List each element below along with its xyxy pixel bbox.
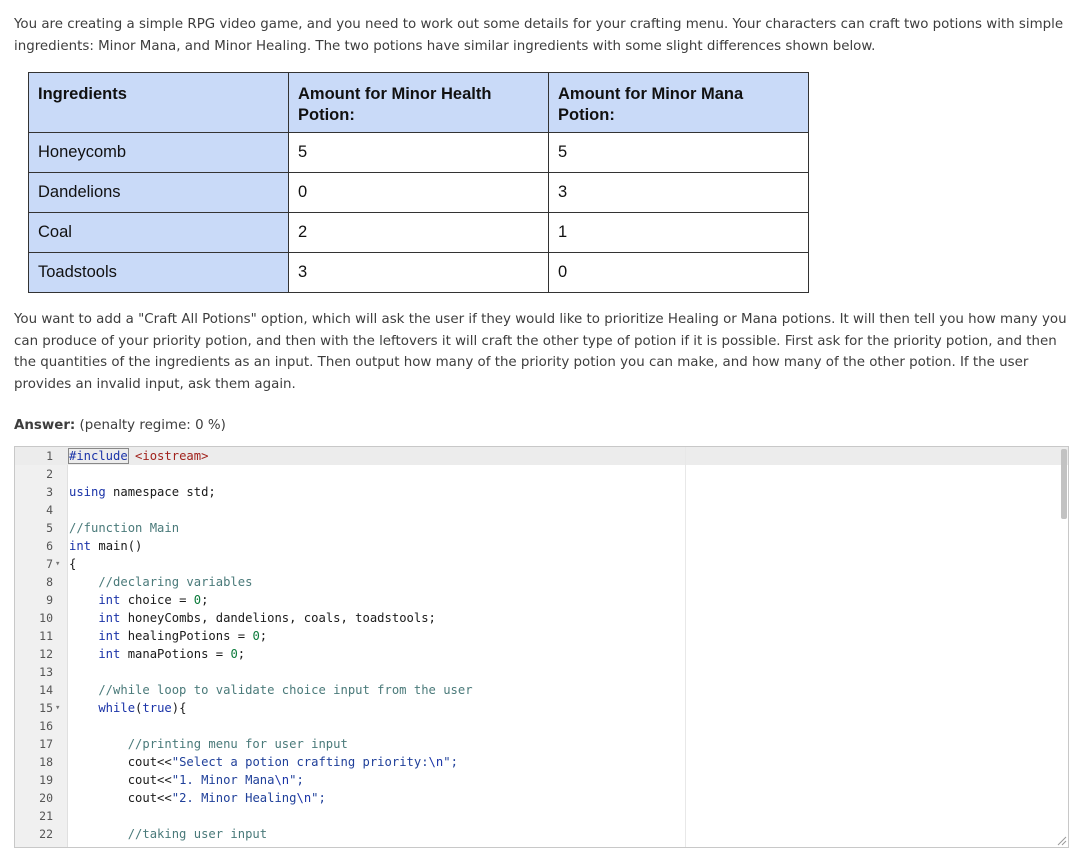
health-amount: 0 — [288, 172, 549, 213]
fold-arrow-icon[interactable]: ▾ — [55, 555, 60, 573]
line-number: 4 — [46, 503, 53, 517]
line-number: 17 — [39, 737, 53, 751]
answer-label: Answer: — [14, 418, 76, 433]
line-number: 1 — [46, 449, 53, 463]
health-amount: 2 — [288, 212, 549, 253]
code-token: { — [69, 557, 77, 571]
code-token: ; — [259, 629, 268, 643]
header-ingredients: Ingredients — [28, 72, 289, 133]
fold-arrow-icon[interactable]: ▾ — [55, 699, 60, 717]
code-token: #include — [68, 448, 129, 464]
code-token: cout<< — [69, 755, 172, 769]
header-health-amount: Amount for Minor Health Potion: — [288, 72, 549, 133]
line-number: 5 — [46, 521, 53, 535]
print-margin — [685, 447, 686, 847]
editor-scrollbar[interactable] — [1060, 447, 1068, 847]
code-token: manaPotions = — [120, 647, 231, 661]
line-number: 7 — [46, 557, 53, 571]
line-number: 2 — [46, 467, 53, 481]
ingredient-name: Dandelions — [28, 172, 289, 213]
line-number: 21 — [39, 809, 53, 823]
code-comment: //printing menu for user input — [69, 737, 348, 751]
code-token: int — [69, 647, 121, 661]
code-token: namespace std; — [105, 485, 216, 499]
task-paragraph: You want to add a "Craft All Potions" op… — [14, 312, 1067, 392]
code-string: "; — [311, 791, 326, 805]
code-token: ; — [237, 647, 246, 661]
code-editor[interactable]: 1 #include <iostream> 2 3 using namespace … — [14, 446, 1069, 848]
scrollbar-thumb[interactable] — [1061, 449, 1067, 519]
code-token: <iostream> — [127, 449, 209, 463]
line-number: 8 — [46, 575, 53, 589]
code-comment: //function Main — [69, 521, 180, 535]
code-token: ){ — [171, 701, 187, 715]
code-token: int — [69, 611, 121, 625]
code-token: int — [69, 539, 92, 553]
code-token: choice = — [120, 593, 194, 607]
ingredient-name: Coal — [28, 212, 289, 253]
code-token: healingPotions = — [120, 629, 253, 643]
code-token: main() — [91, 539, 143, 553]
table-header-row: Ingredients Amount for Minor Health Poti… — [28, 72, 809, 133]
line-number: 6 — [46, 539, 53, 553]
code-comment: //while loop to validate choice input fr… — [69, 683, 473, 697]
line-number: 15 — [39, 701, 53, 715]
code-comment: //taking user input — [69, 827, 268, 841]
code-escape: \n — [296, 791, 312, 805]
code-escape: \n — [274, 773, 290, 787]
table-row: Toadstools 3 0 — [28, 252, 809, 293]
intro-paragraph: You are creating a simple RPG video game… — [14, 17, 1064, 54]
code-token: 0 — [193, 593, 202, 607]
code-string: "; — [443, 755, 458, 769]
ingredients-table: Ingredients Amount for Minor Health Poti… — [28, 72, 809, 293]
code-token: honeyCombs, dandelions, coals, toadstool… — [120, 611, 436, 625]
ingredient-name: Honeycomb — [28, 132, 289, 173]
code-token: while — [69, 701, 136, 715]
code-token: cout<< — [69, 773, 172, 787]
code-token: int — [69, 629, 121, 643]
code-string: "Select a potion crafting priority: — [171, 755, 429, 769]
table-row: Coal 2 1 — [28, 212, 809, 253]
line-number: 9 — [46, 593, 53, 607]
table-row: Dandelions 0 3 — [28, 172, 809, 213]
mana-amount: 0 — [548, 252, 809, 293]
line-number: 19 — [39, 773, 53, 787]
line-number: 14 — [39, 683, 53, 697]
code-string: "1. Minor Mana — [171, 773, 275, 787]
code-comment: //declaring variables — [69, 575, 253, 589]
code-token: ; — [201, 593, 209, 607]
code-token: true — [142, 701, 172, 715]
table-row: Honeycomb 5 5 — [28, 132, 809, 173]
line-number: 10 — [39, 611, 53, 625]
code-string: "2. Minor Healing — [171, 791, 297, 805]
mana-amount: 1 — [548, 212, 809, 253]
code-string: "; — [289, 773, 304, 787]
line-number: 13 — [39, 665, 53, 679]
line-number: 12 — [39, 647, 53, 661]
ingredient-name: Toadstools — [28, 252, 289, 293]
code-token: 0 — [252, 629, 260, 643]
code-escape: \n — [428, 755, 444, 769]
line-number: 18 — [39, 755, 53, 769]
mana-amount: 5 — [548, 132, 809, 173]
code-token: int — [69, 593, 121, 607]
answer-label-row: Answer: (penalty regime: 0 %) — [14, 418, 226, 433]
header-mana-amount: Amount for Minor Mana Potion: — [548, 72, 809, 133]
penalty-regime: (penalty regime: 0 %) — [79, 418, 226, 433]
line-number: 22 — [39, 827, 53, 841]
line-number: 3 — [46, 485, 53, 499]
health-amount: 5 — [288, 132, 549, 173]
line-number: 11 — [39, 629, 53, 643]
resize-handle-icon[interactable] — [1057, 836, 1067, 846]
mana-amount: 3 — [548, 172, 809, 213]
code-token: using — [69, 485, 106, 499]
code-token: cout<< — [69, 791, 172, 805]
health-amount: 3 — [288, 252, 549, 293]
line-number: 16 — [39, 719, 53, 733]
code-token: 0 — [230, 647, 238, 661]
line-number: 20 — [39, 791, 53, 805]
